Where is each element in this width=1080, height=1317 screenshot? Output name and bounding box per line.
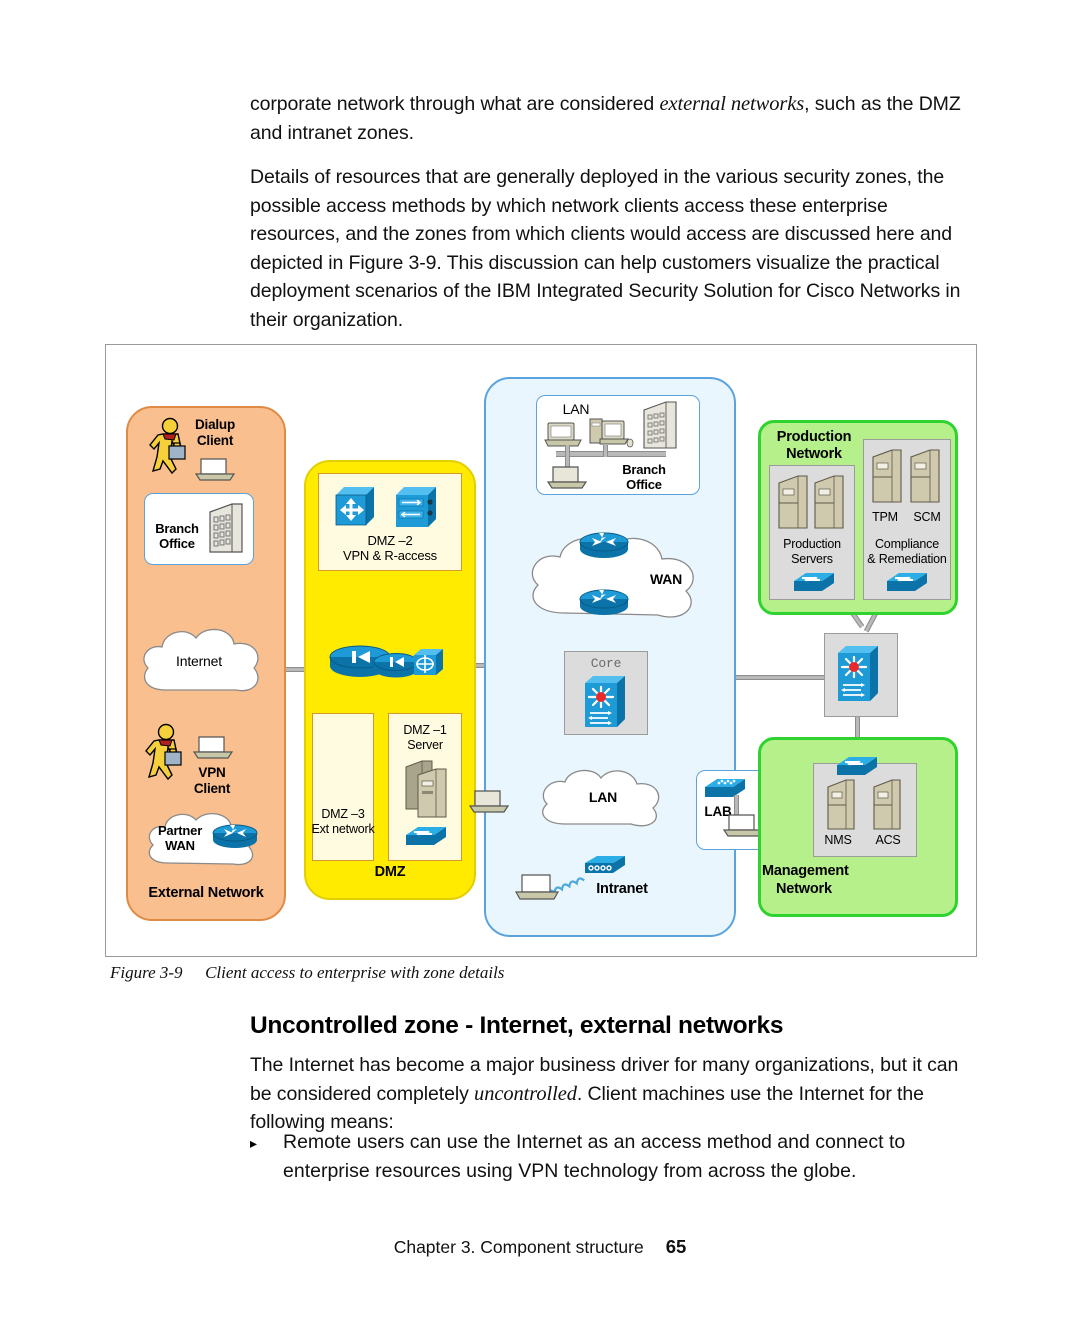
footer-page-number: 65: [665, 1236, 687, 1257]
production-servers-label-line2: Servers: [791, 552, 833, 566]
branch-office-label-external-line1: Branch: [155, 521, 199, 536]
internet-label: Internet: [176, 653, 222, 669]
production-switch-icon: [792, 569, 836, 595]
dialup-client-label-line1: Dialup: [194, 417, 236, 432]
partner-wan-label-line2: WAN: [165, 838, 195, 853]
branch-office-building-icon-intranet: [640, 398, 680, 452]
management-network-label-line2: Network: [776, 881, 832, 897]
dmz2-label-line2: VPN & R-access: [342, 548, 437, 563]
wire-lanbus-to-pc: [603, 445, 608, 457]
production-server-1-icon: [776, 473, 810, 535]
acs-server-icon: [871, 777, 903, 835]
lan-desktop-pc-icon: [588, 415, 634, 453]
wan-router-top-icon: [578, 531, 630, 563]
dialup-client-label-line2: Client: [196, 433, 234, 448]
acs-label: ACS: [875, 833, 901, 847]
compliance-label-line1: Compliance: [874, 537, 939, 551]
management-network-label-line1: Management: [762, 863, 849, 879]
lab-switch-icon: [703, 775, 747, 801]
paragraph-1: corporate network through what are consi…: [250, 90, 980, 147]
section-heading: Uncontrolled zone - Internet, external n…: [250, 1012, 784, 1039]
dmz2-label-line1: DMZ –2: [367, 533, 413, 548]
dmz1-server-icon: [402, 757, 448, 821]
wan-router-bottom-icon: [578, 588, 630, 620]
bullet-marker-icon: ▸: [250, 1135, 258, 1151]
dmz1-label-line2: Server: [407, 738, 443, 752]
scm-server-icon: [908, 447, 942, 509]
network-zone-diagram: Dialup Client Branch Office Internet VPN…: [106, 345, 976, 956]
core-switch-icon: [583, 673, 631, 729]
page-footer: Chapter 3. Component structure 65: [0, 1236, 1080, 1258]
distribution-switch-icon: [836, 643, 884, 705]
branch-office-label-external-line2: Office: [159, 536, 195, 551]
compliance-label-line2: & Remediation: [867, 552, 947, 566]
bullet-list-item-1: ▸ Remote users can use the Internet as a…: [250, 1128, 980, 1185]
dmz-firewall-cluster-icon[interactable]: [328, 645, 446, 693]
document-page: corporate network through what are consi…: [0, 0, 1080, 1317]
dmz2-vpn-concentrator-icon: [394, 485, 440, 527]
nms-server-icon: [825, 777, 857, 835]
vpn-laptop-icon: [192, 735, 234, 761]
lan-laptop-icon: [546, 465, 588, 491]
paragraph-3-emphasis: uncontrolled: [474, 1082, 577, 1105]
lan-workstation-icon: [544, 421, 582, 449]
intranet-zone-label: Intranet: [596, 881, 648, 897]
figure-caption-number: Figure 3-9: [110, 963, 183, 982]
tpm-label: TPM: [872, 510, 898, 524]
branch-office-label-intranet-line1: Branch: [622, 462, 666, 477]
tpm-server-icon: [870, 447, 904, 509]
bullet-text-1: Remote users can use the Internet as an …: [283, 1131, 906, 1182]
branch-office-label-intranet-line2: Office: [626, 477, 662, 492]
partner-wan-label-line1: Partner: [157, 823, 203, 838]
dmz1-switch-icon: [404, 823, 448, 849]
production-server-2-icon: [812, 473, 846, 535]
nms-label: NMS: [824, 833, 852, 847]
compliance-switch-icon: [885, 569, 929, 595]
external-network-zone-label: External Network: [148, 885, 264, 901]
production-servers-label-line1: Production: [783, 537, 841, 551]
paragraph-1-emphasis: external networks: [659, 93, 805, 115]
dmz-zone-label: DMZ: [374, 864, 406, 880]
partner-wan-router-icon: [211, 823, 259, 853]
management-switch-icon: [835, 753, 879, 779]
intranet-dialup-laptop-icon: [514, 873, 560, 903]
production-network-label-line2: Network: [786, 446, 842, 462]
dmz1-label-line1: DMZ –1: [403, 723, 447, 737]
dialup-laptop-icon: [194, 457, 236, 483]
paragraph-2: Details of resources that are generally …: [250, 166, 961, 331]
dmz3-label-line1: DMZ –3: [321, 807, 365, 821]
dmz3-box[interactable]: [312, 713, 374, 861]
lan-bottom-label: LAN: [588, 789, 618, 805]
dmz3-label-line2: Ext network: [311, 822, 375, 836]
vpn-client-label-line1: VPN: [198, 765, 226, 780]
lab-laptop-icon: [722, 813, 764, 839]
lan-bus-line: [556, 451, 666, 457]
core-label: Core: [590, 656, 622, 671]
wan-label: WAN: [649, 571, 683, 587]
branch-office-building-icon: [206, 500, 246, 558]
footer-chapter: Chapter 3. Component structure: [393, 1237, 644, 1257]
paragraph-1-pre: corporate network through what are consi…: [250, 93, 660, 115]
figure-3-9: Dialup Client Branch Office Internet VPN…: [105, 344, 977, 957]
production-network-label-line1: Production: [776, 429, 852, 445]
vpn-client-label-line2: Client: [193, 781, 231, 796]
scm-label: SCM: [913, 510, 941, 524]
paragraph-3: The Internet has become a major business…: [250, 1051, 980, 1137]
dmz2-router-icon: [334, 485, 376, 527]
figure-caption: Figure 3-9 Client access to enterprise w…: [110, 963, 504, 983]
intranet-laptop-left-icon: [468, 789, 510, 815]
figure-caption-text: Client access to enterprise with zone de…: [205, 963, 505, 982]
